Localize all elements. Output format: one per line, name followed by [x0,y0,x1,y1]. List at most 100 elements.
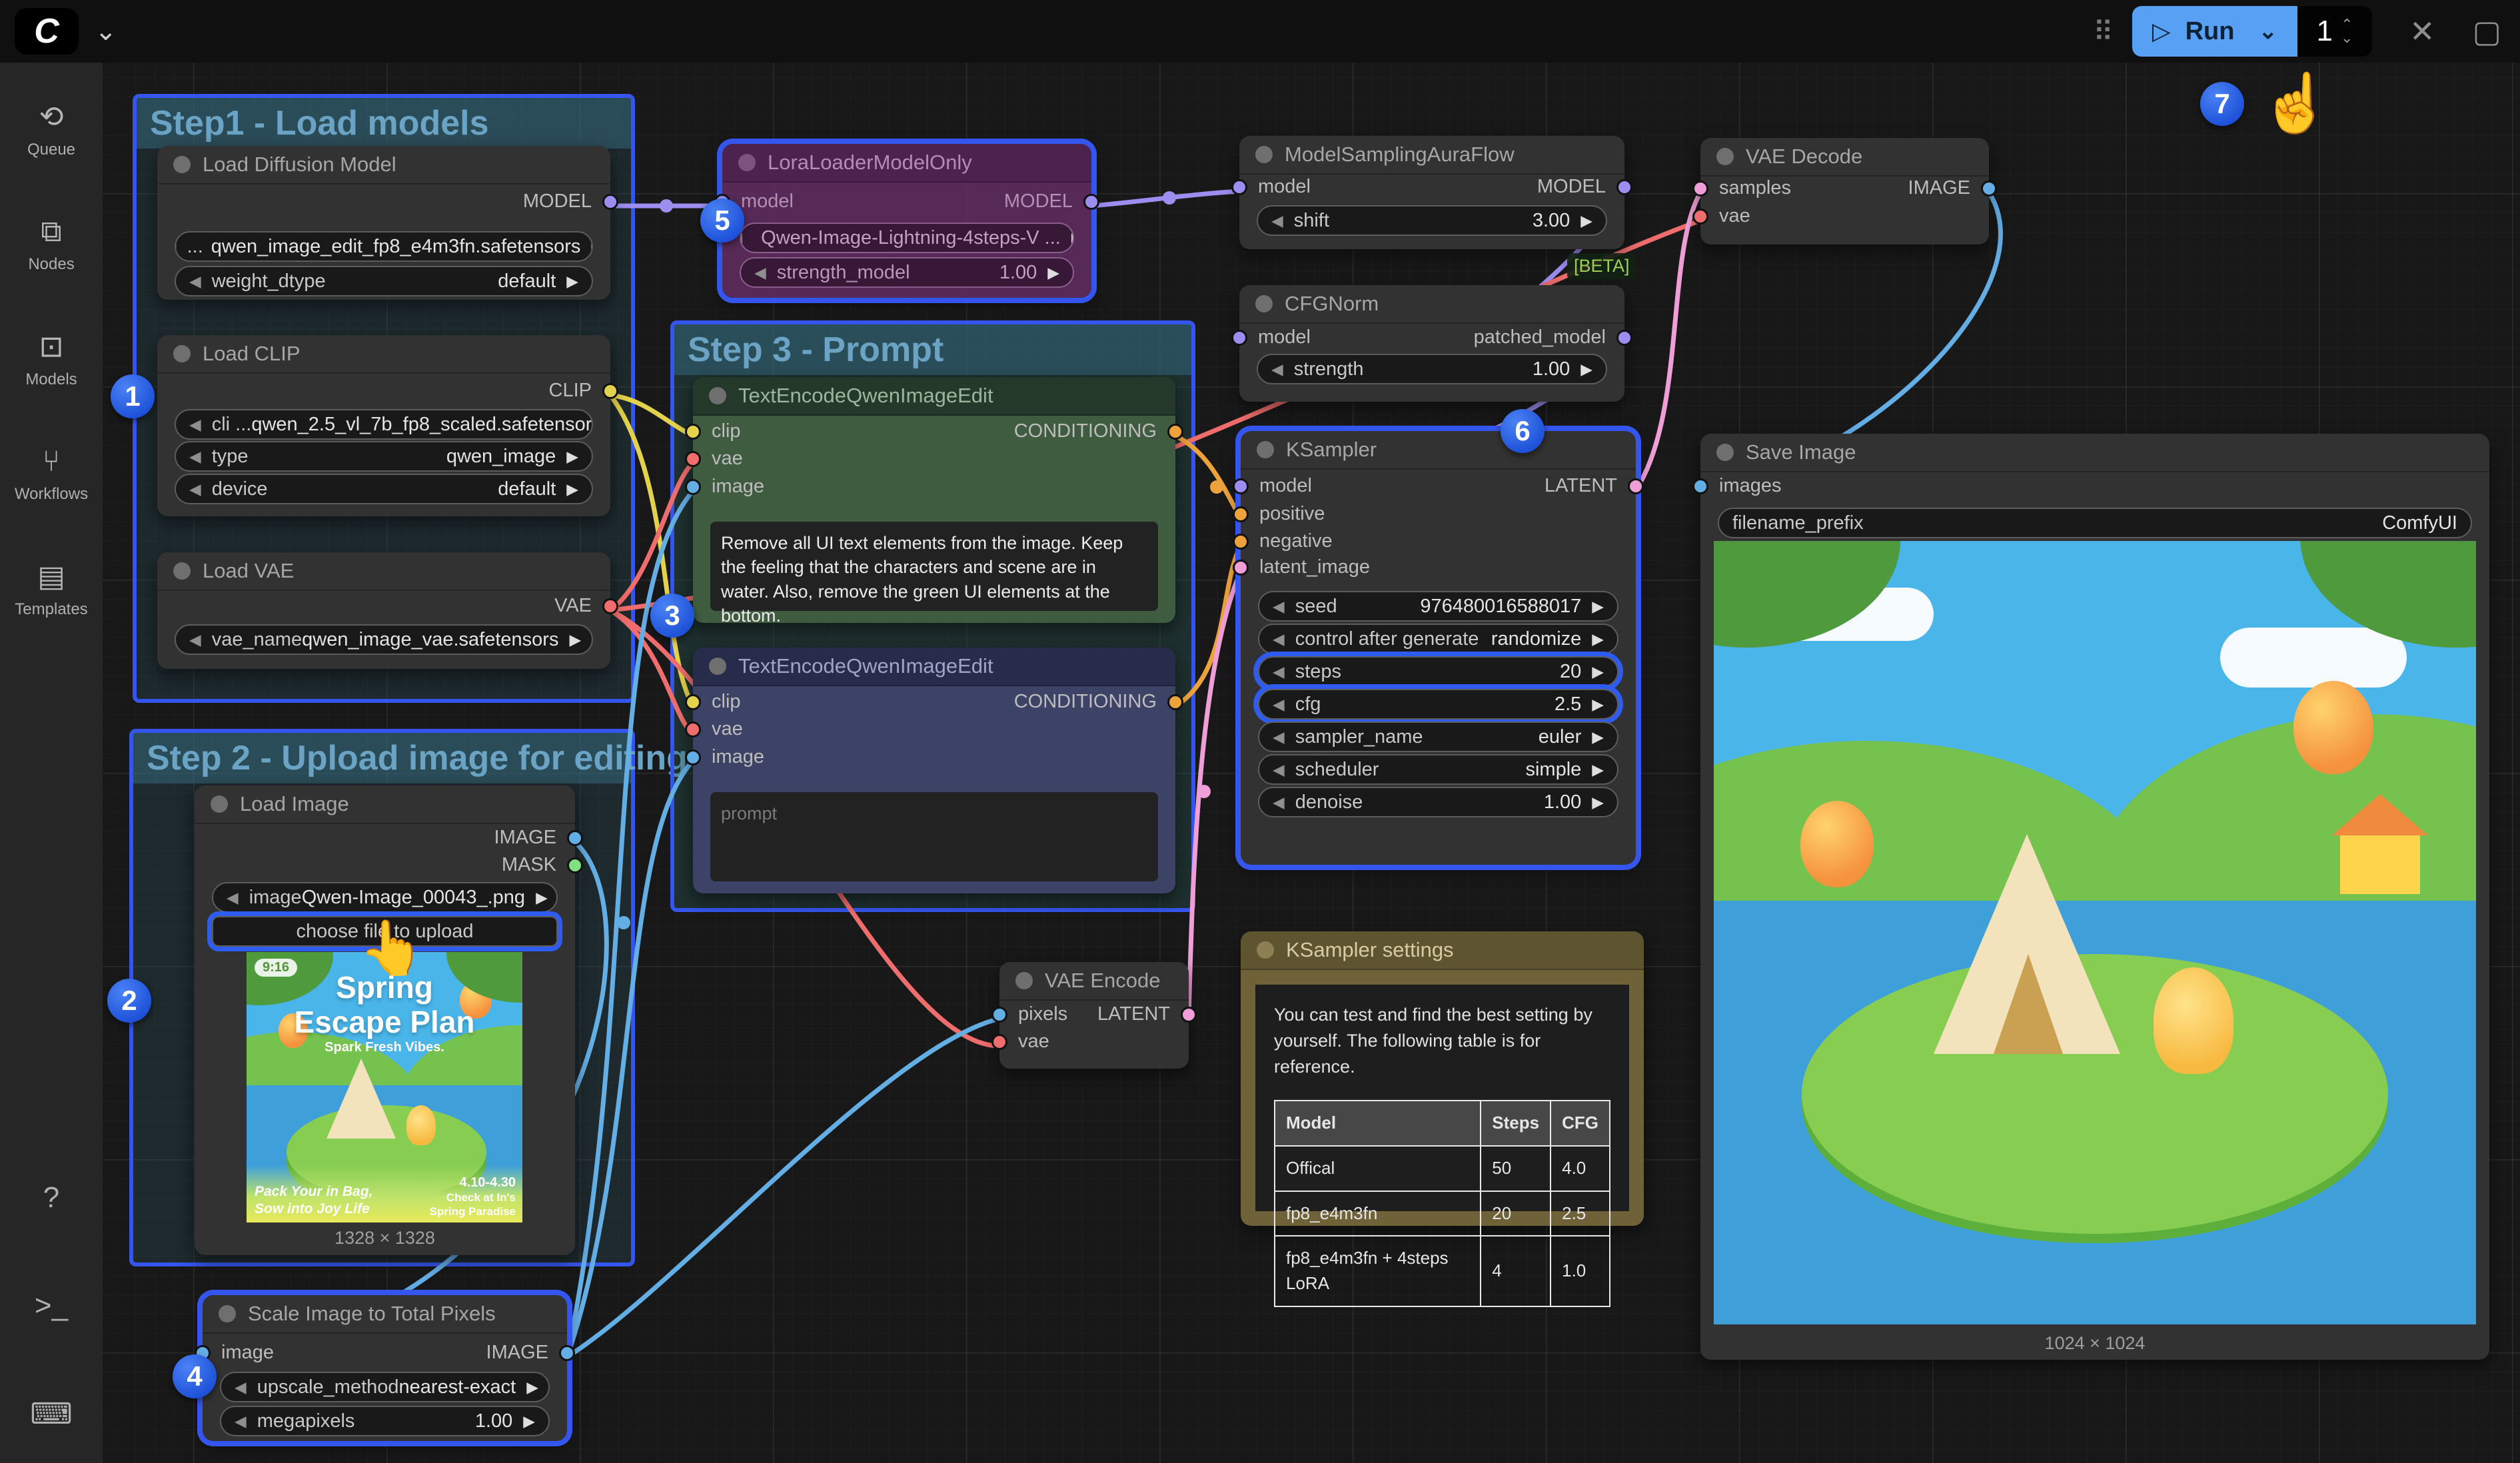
node-ksampler-settings-note[interactable]: KSampler settings You can test and find … [1241,931,1644,1226]
sidebar-item-models[interactable]: ⊡ Models [25,330,77,389]
run-options-chevron-icon[interactable]: ⌄ [2258,18,2277,45]
model-port-dot[interactable] [1231,330,1247,346]
input-port-model[interactable]: model [1233,475,1312,497]
node-model-sampling-aura-flow[interactable]: ModelSamplingAuraFlow model MODEL shift3… [1239,136,1624,249]
image-port-dot[interactable] [1692,478,1708,494]
conditioning-port-dot[interactable] [1233,506,1249,522]
image-port-dot[interactable] [567,830,583,846]
output-port-mask[interactable]: MASK [502,854,583,876]
weight-dtype-widget[interactable]: weight_dtypedefault [175,266,593,296]
filename-prefix-widget[interactable]: filename_prefixComfyUI [1718,508,2472,538]
denoise-widget[interactable]: denoise1.00 [1258,787,1618,817]
strength-widget[interactable]: strength1.00 [1257,354,1607,384]
input-port-image[interactable]: image [685,746,764,768]
node-text-encode-negative[interactable]: TextEncodeQwenImageEdit clip vae image C… [693,648,1175,893]
sidebar-item-templates[interactable]: ▤ Templates [15,560,87,619]
node-save-image[interactable]: Save Image images filename_prefixComfyUI… [1700,434,2489,1360]
sidebar-item-workflows[interactable]: ⑂ Workflows [15,445,88,504]
sampler-name-widget[interactable]: sampler_nameeuler [1258,722,1618,752]
clip-port-dot[interactable] [685,424,701,440]
control-after-generate-widget[interactable]: control after generaterandomize [1258,624,1618,654]
node-load-vae[interactable]: Load VAE VAE vae_nameqwen_image_vae.safe… [157,552,610,669]
model-port-dot[interactable] [1616,330,1632,346]
steps-widget[interactable]: steps20 [1258,656,1618,687]
output-port-patched-model[interactable]: patched_model [1474,326,1632,348]
input-port-positive[interactable]: positive [1233,503,1325,525]
vae-name-widget[interactable]: vae_nameqwen_image_vae.safetensors [175,624,593,655]
image-port-dot[interactable] [1981,181,1997,197]
output-port-vae[interactable]: VAE [554,595,618,617]
prompt-input[interactable]: Remove all UI text elements from the ima… [710,522,1158,611]
drag-handle-icon[interactable]: ⠿ [2093,15,2115,48]
lora-name-widget[interactable]: Qwen-Image-Lightning-4steps-V ... [740,223,1074,253]
latent-port-dot[interactable] [1233,560,1249,576]
input-port-samples[interactable]: samples [1692,177,1791,199]
model-port-dot[interactable] [1616,179,1632,195]
node-load-clip[interactable]: Load CLIP CLIP cli ...qwen_2.5_vl_7b_fp8… [157,335,610,516]
input-port-images[interactable]: images [1692,475,1782,497]
megapixels-widget[interactable]: megapixels1.00 [220,1406,550,1436]
input-port-vae[interactable]: vae [685,718,743,740]
output-port-image[interactable]: IMAGE [494,827,583,849]
input-port-clip[interactable]: clip [685,420,741,442]
output-port-image[interactable]: IMAGE [1908,177,1997,199]
mask-port-dot[interactable] [567,857,583,873]
maximize-icon[interactable]: ▢ [2473,13,2501,49]
output-port-model[interactable]: MODEL [1537,176,1632,198]
model-port-dot[interactable] [1231,179,1247,195]
terminal-icon[interactable]: >_ [35,1289,68,1322]
input-image-preview[interactable]: 9:16 Spring Escape Plan Spark Fresh Vibe… [247,952,522,1222]
seed-widget[interactable]: seed976480016588017 [1258,591,1618,622]
image-port-dot[interactable] [559,1345,575,1361]
sidebar-item-nodes[interactable]: ⧉ Nodes [28,215,74,274]
clip-name-widget[interactable]: cli ...qwen_2.5_vl_7b_fp8_scaled.safeten… [175,409,593,440]
node-vae-decode[interactable]: VAE Decode samples vae IMAGE [1700,138,1989,244]
node-lora-loader-model-only[interactable]: LoraLoaderModelOnly model MODEL Qwen-Ima… [722,144,1091,298]
image-port-dot[interactable] [685,479,701,495]
clip-port-dot[interactable] [602,383,618,399]
input-port-vae[interactable]: vae [991,1031,1049,1053]
clip-type-widget[interactable]: typeqwen_image [175,441,593,472]
conditioning-port-dot[interactable] [1167,694,1183,710]
node-cfg-norm[interactable]: CFGNorm model patched_model strength1.00 [1239,285,1624,402]
input-port-pixels[interactable]: pixels [991,1003,1067,1025]
input-port-clip[interactable]: clip [685,691,741,713]
input-port-vae[interactable]: vae [685,448,743,470]
close-icon[interactable]: ✕ [2409,13,2435,49]
node-scale-image-to-total-pixels[interactable]: Scale Image to Total Pixels image IMAGE … [203,1295,567,1441]
node-text-encode-positive[interactable]: TextEncodeQwenImageEdit clip vae image C… [693,377,1175,623]
vae-port-dot[interactable] [685,722,701,737]
output-port-conditioning[interactable]: CONDITIONING [1014,691,1183,713]
model-port-dot[interactable] [1083,194,1099,210]
upscale-method-widget[interactable]: upscale_methodnearest-exact [220,1372,550,1402]
scheduler-widget[interactable]: schedulersimple [1258,754,1618,785]
node-load-diffusion-model[interactable]: Load Diffusion Model MODEL ...qwen_image… [157,146,610,300]
clip-device-widget[interactable]: devicedefault [175,474,593,504]
node-load-image[interactable]: Load Image IMAGE MASK imageQwen-Image_00… [195,785,575,1255]
node-ksampler[interactable]: KSampler model positive negative latent_… [1241,431,1636,865]
output-port-latent[interactable]: LATENT [1545,475,1644,497]
latent-port-dot[interactable] [1181,1007,1197,1023]
input-port-negative[interactable]: negative [1233,530,1333,552]
input-port-model[interactable]: model [1231,326,1311,348]
input-port-latent-image[interactable]: latent_image [1233,556,1370,578]
latent-port-dot[interactable] [1692,181,1708,197]
model-port-dot[interactable] [1233,478,1249,494]
batch-count-value[interactable]: 1 [2317,15,2333,48]
shift-widget[interactable]: shift3.00 [1257,205,1607,236]
model-port-dot[interactable] [602,194,618,210]
output-port-model[interactable]: MODEL [1004,191,1099,213]
output-port-image[interactable]: IMAGE [486,1342,575,1364]
vae-port-dot[interactable] [602,598,618,614]
run-button[interactable]: ▷ Run ⌄ [2132,6,2297,57]
node-vae-encode[interactable]: VAE Encode pixels vae LATENT [999,962,1189,1069]
keyboard-shortcuts-icon[interactable]: ⌨ [30,1397,73,1431]
prompt-input[interactable]: prompt [710,792,1158,881]
comfyui-logo[interactable]: C [15,8,79,55]
decrement-icon[interactable]: ⌄ [2341,31,2353,45]
output-port-clip[interactable]: CLIP [549,380,618,402]
batch-count-stepper[interactable]: 1 ⌃ ⌄ [2297,6,2372,57]
latent-port-dot[interactable] [1628,478,1644,494]
input-port-image[interactable]: image [685,476,764,498]
cfg-widget[interactable]: cfg2.5 [1258,689,1618,720]
